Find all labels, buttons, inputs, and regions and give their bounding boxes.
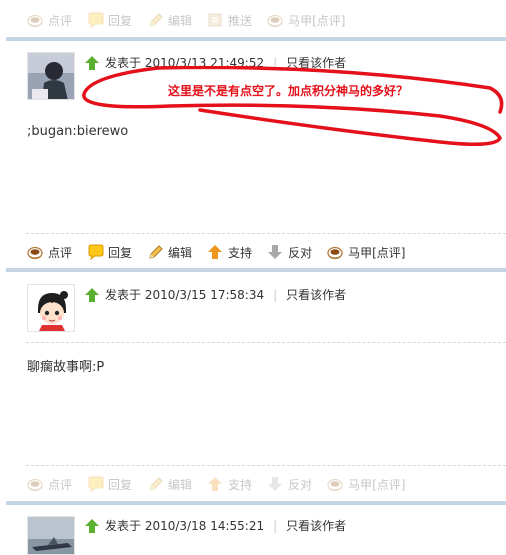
action-bar: 点评 回复 编辑 支持 反对 马甲[点评] [0, 470, 506, 498]
edit-button[interactable]: 编辑 [146, 244, 192, 261]
reply-label: 回复 [108, 477, 133, 492]
arrow-down-icon [268, 245, 283, 259]
post-date: 2010/3/18 14:55:21 [144, 518, 265, 533]
teacup-icon [27, 246, 43, 260]
reply-label: 回复 [108, 13, 133, 28]
edit-label: 编辑 [168, 477, 193, 492]
arrow-up-icon [208, 477, 223, 491]
dashed-divider [26, 342, 506, 343]
support-label: 支持 [228, 477, 253, 492]
post-separator [6, 37, 506, 41]
dashed-divider [26, 465, 506, 466]
oppose-button[interactable]: 反对 [266, 244, 312, 261]
red-ellipse-annotation [82, 66, 504, 146]
comment-button[interactable]: 点评 [26, 476, 72, 493]
edit-label: 编辑 [168, 13, 193, 28]
arrow-up-icon [208, 245, 223, 259]
speech-bubble-icon [88, 12, 104, 28]
avatar-cartoon [28, 285, 74, 331]
dashed-divider [26, 233, 506, 234]
teacup-icon [327, 478, 343, 492]
post-content: ;bugan:bierewo [27, 124, 129, 139]
divider: | [273, 518, 278, 533]
post-separator [6, 501, 506, 505]
reply-button[interactable]: 回复 [86, 244, 132, 261]
comment-label: 点评 [48, 477, 73, 492]
up-arrow-icon [85, 287, 99, 302]
oppose-label: 反对 [288, 477, 313, 492]
avatar[interactable] [27, 52, 75, 100]
comment-button-top[interactable]: 点评 [26, 12, 72, 29]
red-annotation-text: 这里是不是有点空了。加点积分神马的多好？ [168, 84, 409, 98]
author-only-link[interactable]: 只看该作者 [286, 286, 346, 303]
reply-label: 回复 [108, 245, 133, 260]
arrow-down-icon [268, 477, 283, 491]
posted-prefix: 发表于 [105, 288, 142, 302]
oppose-label: 反对 [288, 245, 313, 260]
teacup-icon [267, 14, 283, 28]
edit-label: 编辑 [168, 245, 193, 260]
edit-button[interactable]: 编辑 [146, 476, 192, 493]
support-button[interactable]: 支持 [206, 244, 252, 261]
push-label: 推送 [228, 13, 253, 28]
author-only-link[interactable]: 只看该作者 [286, 517, 346, 534]
teacup-icon [27, 478, 43, 492]
up-arrow-icon [85, 518, 99, 533]
reply-button-top[interactable]: 回复 [86, 12, 132, 29]
push-button-top[interactable]: 推送 [206, 12, 252, 29]
divider: | [273, 287, 278, 302]
support-label: 支持 [228, 245, 253, 260]
pencil-icon [149, 13, 163, 27]
post-content: 聊瘸故事啊:P [27, 360, 105, 375]
alias-comment-label: 马甲[点评] [348, 245, 406, 260]
posted-prefix: 发表于 [105, 519, 142, 533]
alias-comment-label: 马甲[点评] [288, 13, 346, 28]
avatar[interactable] [27, 516, 75, 555]
support-button[interactable]: 支持 [206, 476, 252, 493]
avatar[interactable] [27, 284, 75, 332]
post-meta: 发表于 2010/3/18 14:55:21 | 只看该作者 [84, 517, 346, 534]
avatar-photo [28, 53, 74, 99]
avatar-photo [28, 517, 74, 554]
action-bar: 点评 回复 编辑 支持 反对 马甲[点评] [0, 238, 506, 266]
alias-comment-button[interactable]: 马甲[点评] [326, 244, 405, 261]
oppose-button[interactable]: 反对 [266, 476, 312, 493]
alias-comment-label: 马甲[点评] [348, 477, 406, 492]
post-date: 2010/3/15 17:58:34 [144, 287, 265, 302]
alias-comment-button[interactable]: 马甲[点评] [326, 476, 405, 493]
teacup-icon [27, 14, 43, 28]
comment-button[interactable]: 点评 [26, 244, 72, 261]
comment-label: 点评 [48, 245, 73, 260]
comment-label: 点评 [48, 13, 73, 28]
speech-bubble-icon [88, 476, 104, 492]
post-separator [6, 268, 506, 272]
push-icon [208, 13, 222, 27]
speech-bubble-icon [88, 244, 104, 260]
edit-button-top[interactable]: 编辑 [146, 12, 192, 29]
teacup-icon [327, 246, 343, 260]
pencil-icon [149, 245, 163, 259]
post-meta: 发表于 2010/3/15 17:58:34 | 只看该作者 [84, 286, 346, 303]
pencil-icon [149, 477, 163, 491]
alias-comment-button-top[interactable]: 马甲[点评] [266, 12, 345, 29]
reply-button[interactable]: 回复 [86, 476, 132, 493]
action-bar-top: 点评 回复 编辑 推送 马甲[点评] [0, 6, 506, 34]
